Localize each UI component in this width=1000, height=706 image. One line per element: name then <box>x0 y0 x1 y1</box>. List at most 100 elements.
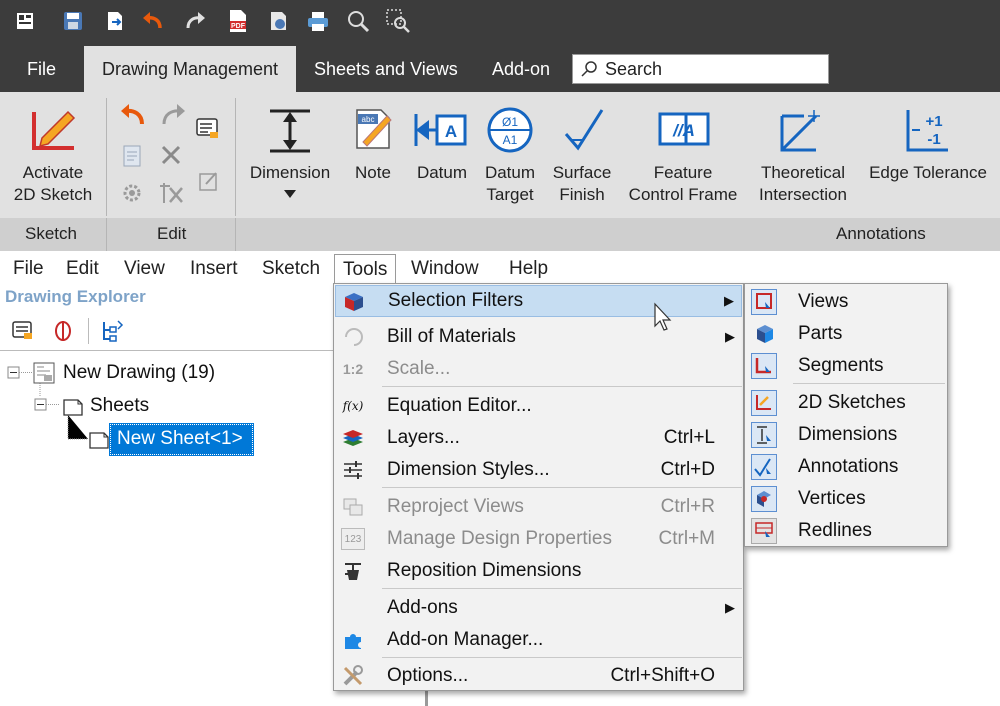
group-sketch-label: Sketch <box>25 224 77 243</box>
activate-2d-sketch-button[interactable]: Activate 2D Sketch <box>4 92 102 218</box>
filter-annotations[interactable]: Annotations <box>746 451 946 483</box>
tab-sheets-and-views[interactable]: Sheets and Views <box>314 46 458 92</box>
filter-views[interactable]: Views <box>746 286 946 318</box>
tab-add-on[interactable]: Add-on <box>492 46 550 92</box>
dimension-icon <box>270 109 310 153</box>
group-divider <box>106 218 107 251</box>
undo-icon[interactable] <box>140 8 166 34</box>
group-annotations-label: Annotations <box>836 224 926 243</box>
filter-dimensions[interactable]: Dimensions <box>746 419 946 451</box>
filter-vertices[interactable]: Vertices <box>746 483 946 515</box>
menu-item-reposition-dimensions[interactable]: Reposition Dimensions <box>335 555 742 587</box>
tab-file[interactable]: File <box>27 46 56 92</box>
redo-icon[interactable] <box>182 8 208 34</box>
sketch-label-2: 2D Sketch <box>13 185 93 204</box>
menu-label: Options... <box>387 665 469 686</box>
save-icon[interactable] <box>60 8 86 34</box>
tree-node-sheet[interactable]: New Sheet<1> <box>88 422 254 456</box>
filter-label: Redlines <box>798 520 872 541</box>
theoretical-intersection-icon <box>780 110 820 152</box>
filter-label: Vertices <box>798 488 866 509</box>
menu-item-add-on-manager[interactable]: Add-on Manager... <box>335 624 742 656</box>
menu-label: Layers... <box>387 427 460 448</box>
menu-tools[interactable]: Tools <box>334 254 397 284</box>
zoom-icon[interactable] <box>345 8 371 34</box>
note-button[interactable]: abc Note <box>345 92 401 218</box>
search-input[interactable]: Search <box>572 54 829 84</box>
menu-file[interactable]: File <box>13 254 44 284</box>
surface-finish-label-2: Finish <box>559 185 605 204</box>
menu-item-options[interactable]: Options... Ctrl+Shift+O <box>335 660 742 692</box>
filter-redlines[interactable]: Redlines <box>746 515 946 547</box>
menu-item-bill-of-materials[interactable]: Bill of Materials ▶ <box>335 321 742 353</box>
ribbon-tab-bar: File Drawing Management Sheets and Views… <box>0 46 1000 92</box>
tree-node-drawing[interactable]: New Drawing (19) <box>32 359 215 387</box>
dimension-button[interactable]: Dimension <box>243 92 337 218</box>
edge-tolerance-label: Edge Tolerance <box>869 163 987 182</box>
sheet-icon <box>89 432 109 449</box>
design-properties-icon: 123 <box>341 528 365 550</box>
tab-drawing-management[interactable]: Drawing Management <box>84 46 296 92</box>
sketches-filter-icon <box>751 390 777 416</box>
datum-button[interactable]: A Datum <box>409 92 475 218</box>
explorer-filter-icon[interactable] <box>52 319 74 348</box>
export-icon[interactable] <box>102 8 128 34</box>
edit-undo-icon[interactable] <box>118 102 148 133</box>
filter-2d-sketches[interactable]: 2D Sketches <box>746 387 946 419</box>
reposition-icon <box>341 560 365 582</box>
edit-annotate-icon[interactable] <box>198 170 220 197</box>
datum-target-button[interactable]: Ø1 A1 Datum Target <box>478 92 542 218</box>
edge-tolerance-button[interactable]: +1 -1 Edge Tolerance <box>860 92 996 218</box>
menu-shortcut: Ctrl+D <box>660 459 715 480</box>
menu-item-reproject-views: Reproject Views Ctrl+R <box>335 491 742 523</box>
edit-copy-icon[interactable] <box>122 144 144 173</box>
menu-item-add-ons[interactable]: Add-ons ▶ <box>335 592 742 624</box>
edit-gear-icon[interactable] <box>120 182 144 209</box>
menu-help[interactable]: Help <box>509 254 548 284</box>
redlines-filter-icon <box>751 518 777 544</box>
datum-icon-text: A <box>445 122 457 141</box>
datum-label: Datum <box>416 163 468 182</box>
pdf-icon-text: PDF <box>231 23 246 30</box>
vertices-filter-icon <box>751 486 777 512</box>
feature-control-frame-button[interactable]: //A Feature Control Frame <box>622 92 744 218</box>
filter-label: 2D Sketches <box>798 392 906 413</box>
app-icon[interactable] <box>12 8 38 34</box>
fcf-label-1: Feature <box>653 163 713 182</box>
pdf-icon[interactable]: PDF <box>225 8 251 34</box>
datum-target-icon: Ø1 A1 <box>487 107 533 153</box>
menu-item-selection-filters[interactable]: Selection Filters ▶ <box>335 285 742 317</box>
theoretical-intersection-button[interactable]: Theoretical Intersection <box>748 92 858 218</box>
menu-item-dimension-styles[interactable]: Dimension Styles... Ctrl+D <box>335 454 742 486</box>
tree-node-sheets[interactable]: Sheets <box>62 392 149 420</box>
ribbon-panel: Activate 2D Sketch Dimension abc Note A … <box>0 92 1000 218</box>
preview-icon[interactable] <box>265 8 291 34</box>
menu-sketch[interactable]: Sketch <box>262 254 320 284</box>
explorer-properties-icon[interactable] <box>12 320 34 347</box>
filter-parts[interactable]: Parts <box>746 318 946 350</box>
sketch-icon <box>32 110 76 150</box>
menu-insert[interactable]: Insert <box>190 254 238 284</box>
edit-trim-icon[interactable] <box>158 180 184 211</box>
menu-item-layers[interactable]: Layers... Ctrl+L <box>335 422 742 454</box>
menu-item-equation-editor[interactable]: f(x) Equation Editor... <box>335 390 742 422</box>
menu-label: Scale... <box>387 358 451 379</box>
filter-label: Views <box>798 291 849 312</box>
menu-window[interactable]: Window <box>411 254 479 284</box>
menu-shortcut: Ctrl+R <box>660 496 715 517</box>
surface-finish-button[interactable]: Surface Finish <box>548 92 616 218</box>
theoretical-label-2: Intersection <box>759 185 847 204</box>
edge-tol-bottom-text: -1 <box>927 131 940 148</box>
zoom-window-icon[interactable] <box>385 8 411 34</box>
menu-view[interactable]: View <box>124 254 165 284</box>
edit-delete-icon[interactable] <box>160 144 182 171</box>
edit-properties-icon[interactable] <box>196 118 220 145</box>
quick-access-toolbar: PDF <box>0 0 1000 46</box>
menu-label: Bill of Materials <box>387 326 516 347</box>
edit-redo-icon[interactable] <box>158 102 188 133</box>
search-icon <box>581 61 597 77</box>
explorer-tree-icon[interactable] <box>100 319 124 348</box>
menu-edit[interactable]: Edit <box>66 254 99 284</box>
print-icon[interactable] <box>305 8 331 34</box>
filter-segments[interactable]: Segments <box>746 350 946 382</box>
